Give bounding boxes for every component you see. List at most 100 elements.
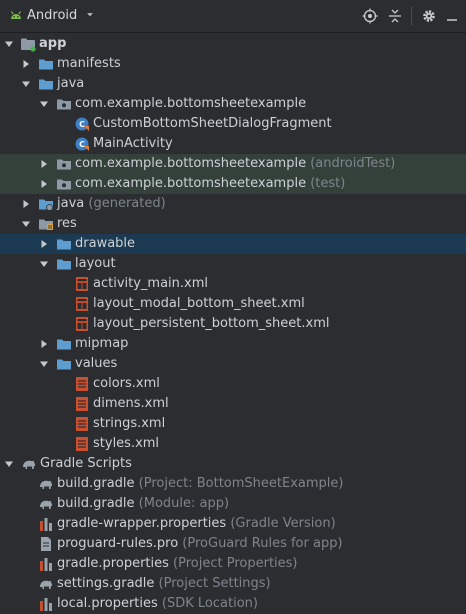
tree-item-name: drawable bbox=[75, 236, 136, 251]
expand-arrow-down-icon[interactable] bbox=[39, 99, 49, 109]
tree-row[interactable]: layout_persistent_bottom_sheet.xml bbox=[0, 314, 466, 334]
tree-item-name: build.gradle bbox=[57, 496, 135, 511]
tree-row[interactable]: proguard-rules.pro (ProGuard Rules for a… bbox=[0, 534, 466, 554]
tree-item-name: manifests bbox=[57, 56, 121, 71]
tree-item-label: MainActivity bbox=[93, 136, 173, 151]
expand-arrow-down-icon[interactable] bbox=[39, 359, 49, 369]
expand-arrow-down-icon[interactable] bbox=[4, 459, 14, 469]
tree-item-label: CustomBottomSheetDialogFragment bbox=[93, 116, 332, 131]
tree-item-label: com.example.bottomsheetexample bbox=[75, 96, 306, 111]
tree-row[interactable]: activity_main.xml bbox=[0, 274, 466, 294]
module-icon bbox=[21, 38, 36, 52]
tree-item-name: CustomBottomSheetDialogFragment bbox=[93, 116, 332, 131]
properties-icon bbox=[40, 598, 52, 611]
expand-arrow-right-icon[interactable] bbox=[39, 179, 49, 189]
tree-item-hint: (Project Properties) bbox=[173, 556, 298, 571]
tree-row[interactable]: java bbox=[0, 74, 466, 94]
expand-arrow-right-icon[interactable] bbox=[39, 239, 49, 249]
tree-row[interactable]: layout bbox=[0, 254, 466, 274]
tree-row[interactable]: res bbox=[0, 214, 466, 234]
expand-arrow-down-icon[interactable] bbox=[21, 79, 31, 89]
tree-row[interactable]: com.example.bottomsheetexample (test) bbox=[0, 174, 466, 194]
tree-item-name: mipmap bbox=[75, 336, 129, 351]
gradle-icon bbox=[40, 480, 53, 489]
tree-row[interactable]: C CustomBottomSheetDialogFragment bbox=[0, 114, 466, 134]
tree-row[interactable]: styles.xml bbox=[0, 434, 466, 454]
folder-icon bbox=[57, 259, 71, 270]
view-selector-label[interactable]: Android bbox=[27, 8, 77, 23]
tree-row[interactable]: dimens.xml bbox=[0, 394, 466, 414]
tree-row[interactable]: java (generated) bbox=[0, 194, 466, 214]
tree-item-label: com.example.bottomsheetexample (androidT… bbox=[75, 156, 395, 171]
tree-item-label: build.gradle (Module: app) bbox=[57, 496, 229, 511]
tree-row[interactable]: com.example.bottomsheetexample bbox=[0, 94, 466, 114]
tree-item-name: com.example.bottomsheetexample bbox=[75, 156, 307, 171]
tree-item-name: activity_main.xml bbox=[93, 276, 209, 291]
file-icon bbox=[41, 537, 51, 551]
tree-row[interactable]: strings.xml bbox=[0, 414, 466, 434]
expand-arrow-right-icon[interactable] bbox=[21, 59, 31, 69]
package-icon bbox=[57, 159, 71, 170]
tree-item-label: manifests bbox=[57, 56, 121, 71]
tree-item-label: Gradle Scripts bbox=[40, 456, 132, 471]
tree-row[interactable]: local.properties (SDK Location) bbox=[0, 594, 466, 614]
layout-xml-icon bbox=[76, 317, 88, 331]
chevron-down-icon[interactable] bbox=[85, 11, 95, 21]
kotlin-class-icon: C bbox=[75, 137, 89, 151]
tree-item-label: strings.xml bbox=[93, 416, 165, 431]
tree-item-label: build.gradle (Project: BottomSheetExampl… bbox=[57, 476, 343, 491]
tree-row[interactable]: settings.gradle (Project Settings) bbox=[0, 574, 466, 594]
layout-xml-icon bbox=[76, 277, 88, 291]
tree-row[interactable]: drawable bbox=[0, 234, 466, 254]
gear-icon[interactable] bbox=[421, 8, 437, 24]
package-icon bbox=[57, 99, 71, 110]
expand-arrow-down-icon[interactable] bbox=[4, 39, 14, 49]
values-xml-icon bbox=[76, 437, 88, 451]
folder-icon bbox=[39, 79, 53, 90]
tree-row[interactable]: build.gradle (Project: BottomSheetExampl… bbox=[0, 474, 466, 494]
tree-item-label: gradle-wrapper.properties (Gradle Versio… bbox=[57, 516, 336, 531]
tree-row[interactable]: values bbox=[0, 354, 466, 374]
expand-arrow-right-icon[interactable] bbox=[39, 339, 49, 349]
tree-item-name: layout_persistent_bottom_sheet.xml bbox=[93, 316, 330, 331]
tree-item-label: styles.xml bbox=[93, 436, 159, 451]
layout-xml-icon bbox=[76, 297, 88, 311]
tree-row[interactable]: manifests bbox=[0, 54, 466, 74]
collapse-all-icon[interactable] bbox=[387, 8, 403, 24]
tree-item-hint: (ProGuard Rules for app) bbox=[182, 536, 343, 551]
tree-item-hint: (Gradle Version) bbox=[230, 516, 336, 531]
tree-row[interactable]: C MainActivity bbox=[0, 134, 466, 154]
tree-item-name: gradle-wrapper.properties bbox=[57, 516, 227, 531]
tree-item-name: build.gradle bbox=[57, 476, 135, 491]
values-xml-icon bbox=[76, 377, 88, 391]
hide-panel-icon[interactable] bbox=[444, 8, 460, 24]
tree-item-label: app bbox=[39, 36, 66, 51]
tree-row[interactable]: Gradle Scripts bbox=[0, 454, 466, 474]
tree-row[interactable]: colors.xml bbox=[0, 374, 466, 394]
tree-row[interactable]: com.example.bottomsheetexample (androidT… bbox=[0, 154, 466, 174]
tree-item-label: values bbox=[75, 356, 117, 371]
tree-item-label: res bbox=[57, 216, 77, 231]
folder-icon bbox=[57, 359, 71, 370]
expand-arrow-down-icon[interactable] bbox=[39, 259, 49, 269]
tree-row[interactable]: gradle-wrapper.properties (Gradle Versio… bbox=[0, 514, 466, 534]
expand-arrow-down-icon[interactable] bbox=[21, 219, 31, 229]
gradle-icon bbox=[40, 580, 53, 589]
tree-row[interactable]: mipmap bbox=[0, 334, 466, 354]
tree-row[interactable]: gradle.properties (Project Properties) bbox=[0, 554, 466, 574]
locate-icon[interactable] bbox=[362, 8, 378, 24]
properties-icon bbox=[40, 518, 52, 531]
tree-item-label: java (generated) bbox=[57, 196, 166, 211]
tree-item-name: proguard-rules.pro bbox=[57, 536, 179, 551]
tree-item-name: strings.xml bbox=[93, 416, 166, 431]
tree-row[interactable]: build.gradle (Module: app) bbox=[0, 494, 466, 514]
folder-icon bbox=[39, 59, 53, 70]
tree-item-name: settings.gradle bbox=[57, 576, 155, 591]
tree-row[interactable]: app bbox=[0, 34, 466, 54]
tree-item-name: values bbox=[75, 356, 118, 371]
expand-arrow-right-icon[interactable] bbox=[39, 159, 49, 169]
expand-arrow-right-icon[interactable] bbox=[21, 199, 31, 209]
tree-row[interactable]: layout_modal_bottom_sheet.xml bbox=[0, 294, 466, 314]
tree-item-label: layout bbox=[75, 256, 116, 271]
tree-item-name: MainActivity bbox=[93, 136, 173, 151]
